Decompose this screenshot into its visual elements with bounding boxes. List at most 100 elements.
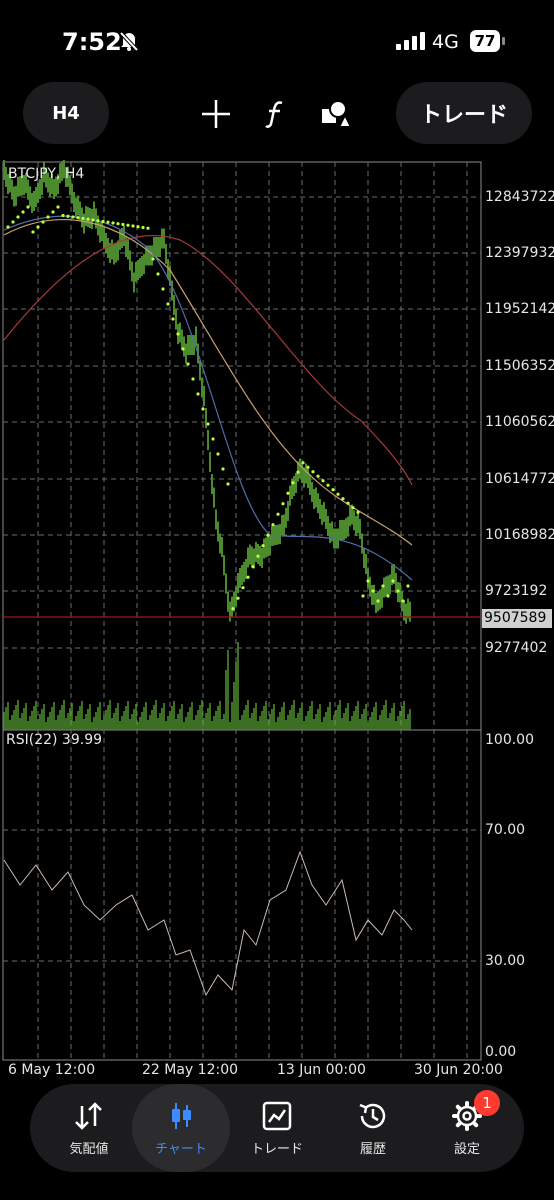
- tab-label: チャート: [155, 1142, 207, 1157]
- chart-area[interactable]: BTCJPY, H4 12843722 12397932 11952142 11…: [0, 160, 554, 1090]
- price-axis-label: 10614772: [485, 471, 554, 487]
- psar-dot: [56, 205, 60, 209]
- psar-dot: [131, 224, 135, 228]
- psar-dot: [106, 220, 110, 224]
- psar-dot: [251, 565, 255, 569]
- psar-dot: [381, 584, 385, 588]
- psar-dot: [396, 589, 400, 593]
- current-price-marker: 9507589: [482, 609, 552, 628]
- rsi-axis-label: 30.00: [485, 953, 526, 969]
- psar-dot: [361, 594, 365, 598]
- tab-history[interactable]: 履歴: [324, 1084, 422, 1172]
- price-axis-label: 9723192: [485, 583, 548, 599]
- psar-dot: [96, 219, 100, 223]
- status-time: 7:52: [62, 28, 122, 56]
- psar-dot: [231, 607, 235, 611]
- psar-dot: [321, 479, 325, 483]
- psar-dot: [91, 218, 95, 222]
- psar-dot: [356, 510, 360, 514]
- tab-label: 履歴: [359, 1142, 386, 1157]
- time-axis-label: 22 May 12:00: [142, 1062, 239, 1078]
- psar-dot: [41, 220, 45, 224]
- psar-dot: [341, 497, 345, 501]
- psar-dot: [331, 488, 335, 492]
- time-axis-label: 13 Jun 00:00: [277, 1062, 366, 1078]
- psar-dot: [296, 470, 300, 474]
- chart-toolbar: H4 トレード: [0, 82, 554, 146]
- psar-dot: [301, 461, 305, 465]
- psar-dot: [306, 465, 310, 469]
- psar-dot: [221, 467, 225, 471]
- psar-dot: [271, 523, 275, 527]
- psar-dot: [206, 422, 210, 426]
- psar-dot: [246, 575, 250, 579]
- battery-icon: [502, 37, 505, 45]
- candles-icon: [132, 1100, 230, 1132]
- tab-label: 設定: [453, 1142, 480, 1157]
- psar-dot: [6, 225, 10, 229]
- psar-dot: [261, 544, 265, 548]
- psar-dot: [101, 219, 105, 224]
- time-axis-label: 30 Jun 20:00: [414, 1062, 503, 1078]
- psar-dot: [16, 215, 20, 219]
- rsi-title: RSI(22) 39.99: [6, 732, 103, 748]
- tab-trade[interactable]: トレード: [228, 1084, 326, 1172]
- psar-dot: [191, 377, 195, 381]
- psar-dot: [226, 482, 230, 486]
- psar-dot: [46, 215, 50, 219]
- psar-dot: [181, 347, 185, 351]
- psar-dot: [351, 506, 355, 510]
- psar-dot: [111, 221, 115, 225]
- indicators-function-icon[interactable]: [260, 98, 292, 130]
- history-clock-icon: [324, 1100, 422, 1132]
- psar-dot: [216, 452, 220, 456]
- price-axis-label: 12843722: [485, 189, 554, 205]
- bell-muted-icon: [119, 31, 139, 52]
- tab-label: 気配値: [69, 1142, 109, 1157]
- price-chart[interactable]: [0, 160, 554, 1090]
- psar-dot: [406, 584, 410, 588]
- psar-dot: [276, 512, 280, 516]
- tab-label: トレード: [250, 1142, 303, 1157]
- objects-shapes-icon[interactable]: [320, 98, 352, 130]
- bottom-tab-bar: 気配値 チャート トレード 履歴 設定: [30, 1084, 524, 1172]
- signal-icon: [396, 32, 425, 50]
- chart-symbol-title: BTCJPY, H4: [8, 166, 85, 182]
- price-axis-label: 11506352: [485, 358, 554, 374]
- psar-dot: [336, 492, 340, 496]
- rsi-line: [3, 850, 413, 997]
- network-type: 4G: [432, 31, 459, 53]
- psar-dot: [166, 302, 170, 306]
- timeframe-button[interactable]: H4: [23, 82, 109, 144]
- psar-dot: [121, 222, 125, 227]
- psar-dot: [136, 225, 140, 229]
- psar-dot: [311, 470, 315, 474]
- psar-dot: [346, 501, 350, 505]
- psar-dot: [71, 215, 75, 219]
- trade-button[interactable]: トレード: [396, 82, 532, 144]
- crosshair-icon[interactable]: [200, 98, 232, 130]
- psar-dot: [286, 491, 290, 495]
- tab-settings[interactable]: 設定: [418, 1084, 516, 1172]
- psar-dot: [151, 257, 155, 261]
- psar-dot: [291, 481, 295, 485]
- psar-dot: [156, 272, 160, 276]
- tab-chart[interactable]: チャート: [132, 1084, 230, 1172]
- rsi-pane-frame: [2, 729, 482, 1061]
- psar-dot: [236, 596, 240, 600]
- price-axis-label: 11952142: [485, 301, 554, 317]
- psar-dot: [376, 599, 380, 603]
- tab-quotes[interactable]: 気配値: [40, 1084, 138, 1172]
- psar-dot: [31, 230, 35, 234]
- psar-dot: [391, 579, 395, 583]
- price-pane-frame: [2, 161, 482, 731]
- psar-dot: [326, 483, 330, 487]
- psar-dot: [26, 205, 30, 209]
- psar-dot: [241, 586, 245, 590]
- psar-dot: [256, 554, 260, 558]
- settings-gear-icon: [418, 1100, 516, 1132]
- psar-dot: [76, 216, 80, 220]
- psar-dot: [126, 223, 130, 227]
- psar-dot: [161, 287, 165, 291]
- psar-dot: [36, 225, 40, 229]
